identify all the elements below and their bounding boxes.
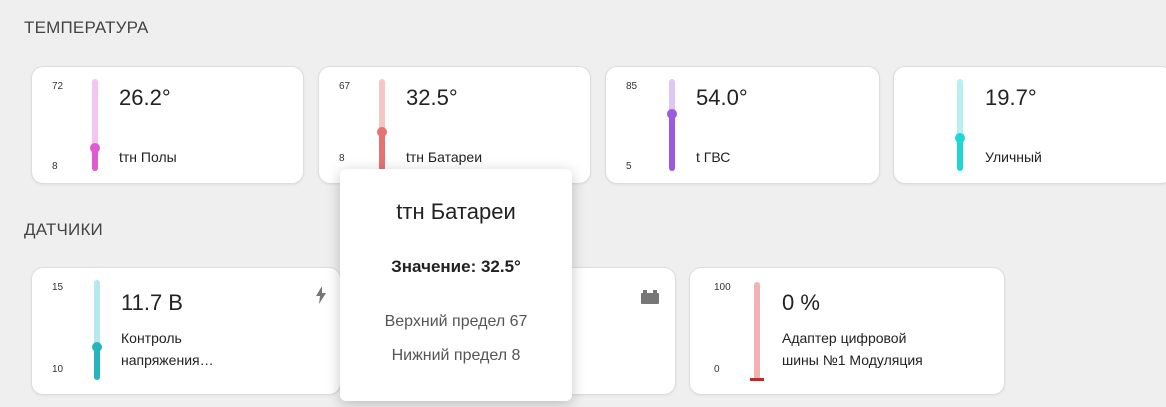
level-knob [955,133,965,143]
upper-limit: 72 [52,81,64,92]
sensor-name-line1: Адаптер цифровой [782,330,907,346]
lower-limit: 10 [52,364,64,375]
tooltip-value: Значение: 32.5° [391,257,521,276]
tooltip-upper-limit: Верхний предел 67 [384,313,528,330]
temperature-card-floors[interactable]: 72 8 26.2° tтн Полы [31,66,304,184]
sensor-name-line2: напряжения… [121,352,214,368]
temperature-card-radiators[interactable]: 67 8 32.5° tтн Батареи [318,66,591,184]
sensor-card-voltage[interactable]: 15 10 11.7 В Контроль напряжения… [31,267,341,395]
sensor-card-bus-adapter[interactable]: 100 0 0 % Адаптер цифровой шины №1 Модул… [689,267,1005,395]
section-title-temperature: ТЕМПЕРАТУРА [24,18,149,37]
battery-icon [641,290,659,304]
upper-limit: 15 [52,282,64,293]
temperature-card-outdoor[interactable]: 19.7° Уличный [893,66,1166,184]
temperature-value: 54.0° [696,85,748,110]
tooltip-lower-limit: Нижний предел 8 [391,347,521,364]
lower-limit: 5 [626,161,632,172]
temperature-value: 19.7° [985,85,1037,110]
level-bar [754,282,760,380]
temperature-value: 26.2° [119,85,171,110]
tooltip-title: tтн Батареи [396,199,516,224]
level-bar-fill [750,378,764,381]
sensor-name: tтн Батареи [406,149,483,165]
sensor-tooltip: tтн Батареи Значение: 32.5° Верхний пред… [340,169,572,401]
lower-limit: 8 [52,161,58,172]
level-knob [92,342,102,352]
sensor-value: 11.7 В [121,290,183,315]
level-bar-fill [379,131,385,171]
lightning-icon [316,286,326,304]
sensor-name-line2: шины №1 Модуляция [782,352,923,368]
upper-limit: 100 [714,282,731,293]
sensor-value: 0 % [782,290,820,315]
sensor-name: t ГВС [696,149,731,165]
lower-limit: 8 [339,153,345,164]
level-knob [667,109,677,119]
lower-limit: 0 [714,364,720,375]
temperature-card-hot-water[interactable]: 85 5 54.0° t ГВС [605,66,880,184]
upper-limit: 85 [626,81,638,92]
level-knob [90,143,100,153]
level-bar-fill [669,113,675,171]
section-title-sensors: ДАТЧИКИ [24,220,103,239]
sensor-name: tтн Полы [119,149,177,165]
level-knob [377,127,387,137]
sensor-name: Уличный [985,149,1042,165]
temperature-value: 32.5° [406,85,458,110]
upper-limit: 67 [339,81,351,92]
sensor-name-line1: Контроль [121,330,182,346]
